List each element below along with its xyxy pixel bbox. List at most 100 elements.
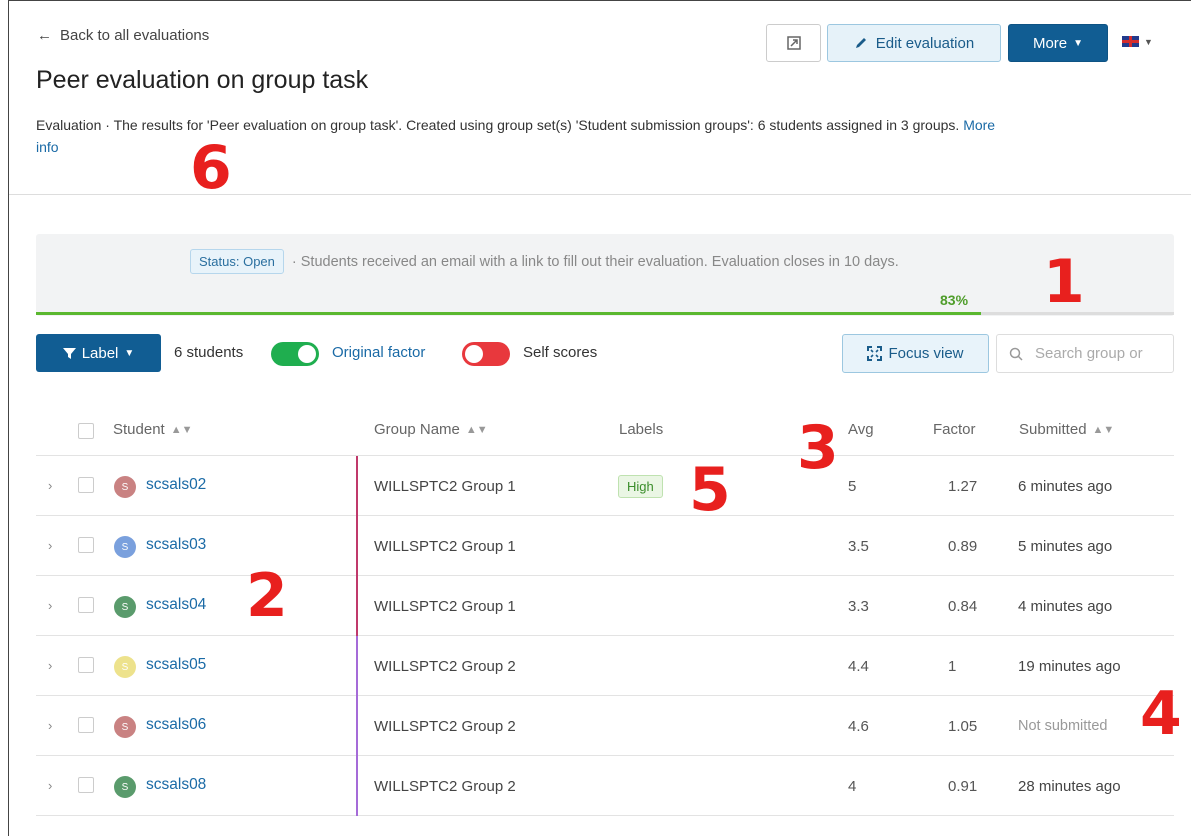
filter-icon [62,347,76,359]
student-name-link[interactable]: scsals05 [146,656,206,674]
original-factor-toggle[interactable] [271,342,319,366]
avg-score: 4.4 [848,658,869,675]
group-color-bar [356,636,358,696]
student-name-link[interactable]: scsals06 [146,716,206,734]
submitted-time: 6 minutes ago [1018,478,1113,495]
avatar: S [114,656,136,678]
annotation-6: 6 [190,133,232,203]
group-name: WILLSPTC2 Group 1 [374,598,516,615]
avatar: S [114,596,136,618]
column-header-student[interactable]: Student ▲▼ [113,421,193,438]
page-title: Peer evaluation on group task [36,66,369,94]
factor-value: 1.05 [948,718,978,735]
progress-bar [36,312,1174,315]
table-row[interactable]: › Sscsals06 WILLSPTC2 Group 2 4.6 1.05 Not su… [36,696,1174,756]
back-link[interactable]: ← Back to all evaluations [37,27,209,44]
column-label: Submitted [1019,421,1087,438]
column-header-group[interactable]: Group Name ▲▼ [374,421,488,438]
group-name: WILLSPTC2 Group 1 [374,538,516,555]
student-name-link[interactable]: scsals04 [146,596,206,614]
edit-label: Edit evaluation [875,34,975,52]
submitted-time: 4 minutes ago [1018,598,1113,615]
edit-evaluation-button[interactable]: Edit evaluation [827,24,1001,62]
column-label: Factor [933,421,976,438]
row-checkbox[interactable] [78,717,94,733]
expand-row-icon[interactable]: › [48,778,52,793]
annotation-2: 2 [246,561,288,631]
submitted-time: 19 minutes ago [1018,658,1121,675]
submitted-time: Not submitted [1018,718,1108,734]
factor-value: 0.91 [948,778,978,795]
more-button[interactable]: More ▼ [1008,24,1108,62]
factor-value: 1 [948,658,957,675]
column-label: Labels [619,421,664,438]
focus-view-label: Focus view [888,345,964,362]
pencil-icon [855,38,866,48]
group-color-bar [356,696,358,756]
group-color-bar [356,756,358,816]
column-label: Avg [848,421,874,438]
student-name-link[interactable]: scsals03 [146,536,206,554]
table-row[interactable]: › Sscsals05 WILLSPTC2 Group 2 4.4 1 19 minute… [36,636,1174,696]
search-box[interactable] [996,334,1174,373]
avatar: S [114,536,136,558]
student-name-link[interactable]: scsals02 [146,476,206,494]
row-checkbox[interactable] [78,657,94,673]
sort-icon: ▲▼ [465,423,488,436]
original-factor-label[interactable]: Original factor [332,344,425,361]
uk-flag-icon [1122,36,1139,47]
row-checkbox[interactable] [78,777,94,793]
table-row[interactable]: › Sscsals03 WILLSPTC2 Group 1 3.5 0.89 5 minu… [36,516,1174,576]
annotation-1: 1 [1043,247,1085,317]
status-line: Status: Open · Students received an emai… [190,249,899,274]
expand-row-icon[interactable]: › [48,598,52,613]
annotation-4: 4 [1140,679,1182,749]
group-color-bar [356,576,358,636]
avg-score: 5 [848,478,857,495]
focus-view-button[interactable]: Focus view [842,334,989,373]
expand-icon [867,346,883,361]
table-row[interactable]: › Sscsals02 WILLSPTC2 Group 1 High 5 1.27 6 mi… [36,456,1174,516]
expand-row-icon[interactable]: › [48,658,52,673]
search-input[interactable] [1035,345,1155,362]
avatar: S [114,476,136,498]
toggle-knob [298,345,316,363]
student-name-link[interactable]: scsals08 [146,776,206,794]
label-filter-text: Label [81,344,119,362]
expand-row-icon[interactable]: › [48,718,52,733]
select-all-checkbox[interactable] [78,423,94,439]
self-scores-toggle[interactable] [462,342,510,366]
column-header-factor: Factor [933,421,976,438]
language-selector[interactable]: ▼ [1122,36,1153,47]
column-header-submitted[interactable]: Submitted ▲▼ [1019,421,1114,438]
progress-label: 83% [940,292,969,308]
status-message: · Students received an email with a link… [291,253,899,270]
caret-down-icon: ▼ [1073,37,1084,49]
avatar: S [114,776,136,798]
sort-icon: ▲▼ [170,423,193,436]
row-checkbox[interactable] [78,597,94,613]
export-button[interactable] [766,24,821,62]
label-filter-button[interactable]: Label ▼ [36,334,161,372]
row-checkbox[interactable] [78,477,94,493]
table-row[interactable]: › Sscsals04 WILLSPTC2 Group 1 3.3 0.84 4 minu… [36,576,1174,636]
more-label: More [1032,34,1068,52]
group-color-bar [356,516,358,576]
annotation-3: 3 [797,413,839,483]
group-name: WILLSPTC2 Group 2 [374,778,516,795]
label-badge: High [618,475,663,498]
factor-value: 1.27 [948,478,978,495]
table-row[interactable]: › Sscsals08 WILLSPTC2 Group 2 4 0.91 28 minut… [36,756,1174,816]
self-scores-label[interactable]: Self scores [523,344,597,361]
submitted-time: 28 minutes ago [1018,778,1121,795]
submitted-time: 5 minutes ago [1018,538,1113,555]
expand-row-icon[interactable]: › [48,478,52,493]
column-header-avg: Avg [848,421,874,438]
row-checkbox[interactable] [78,537,94,553]
status-badge: Status: Open [190,249,284,274]
status-panel [36,234,1174,316]
annotation-5: 5 [689,455,731,525]
avg-score: 3.3 [848,598,869,615]
avatar: S [114,716,136,738]
expand-row-icon[interactable]: › [48,538,52,553]
